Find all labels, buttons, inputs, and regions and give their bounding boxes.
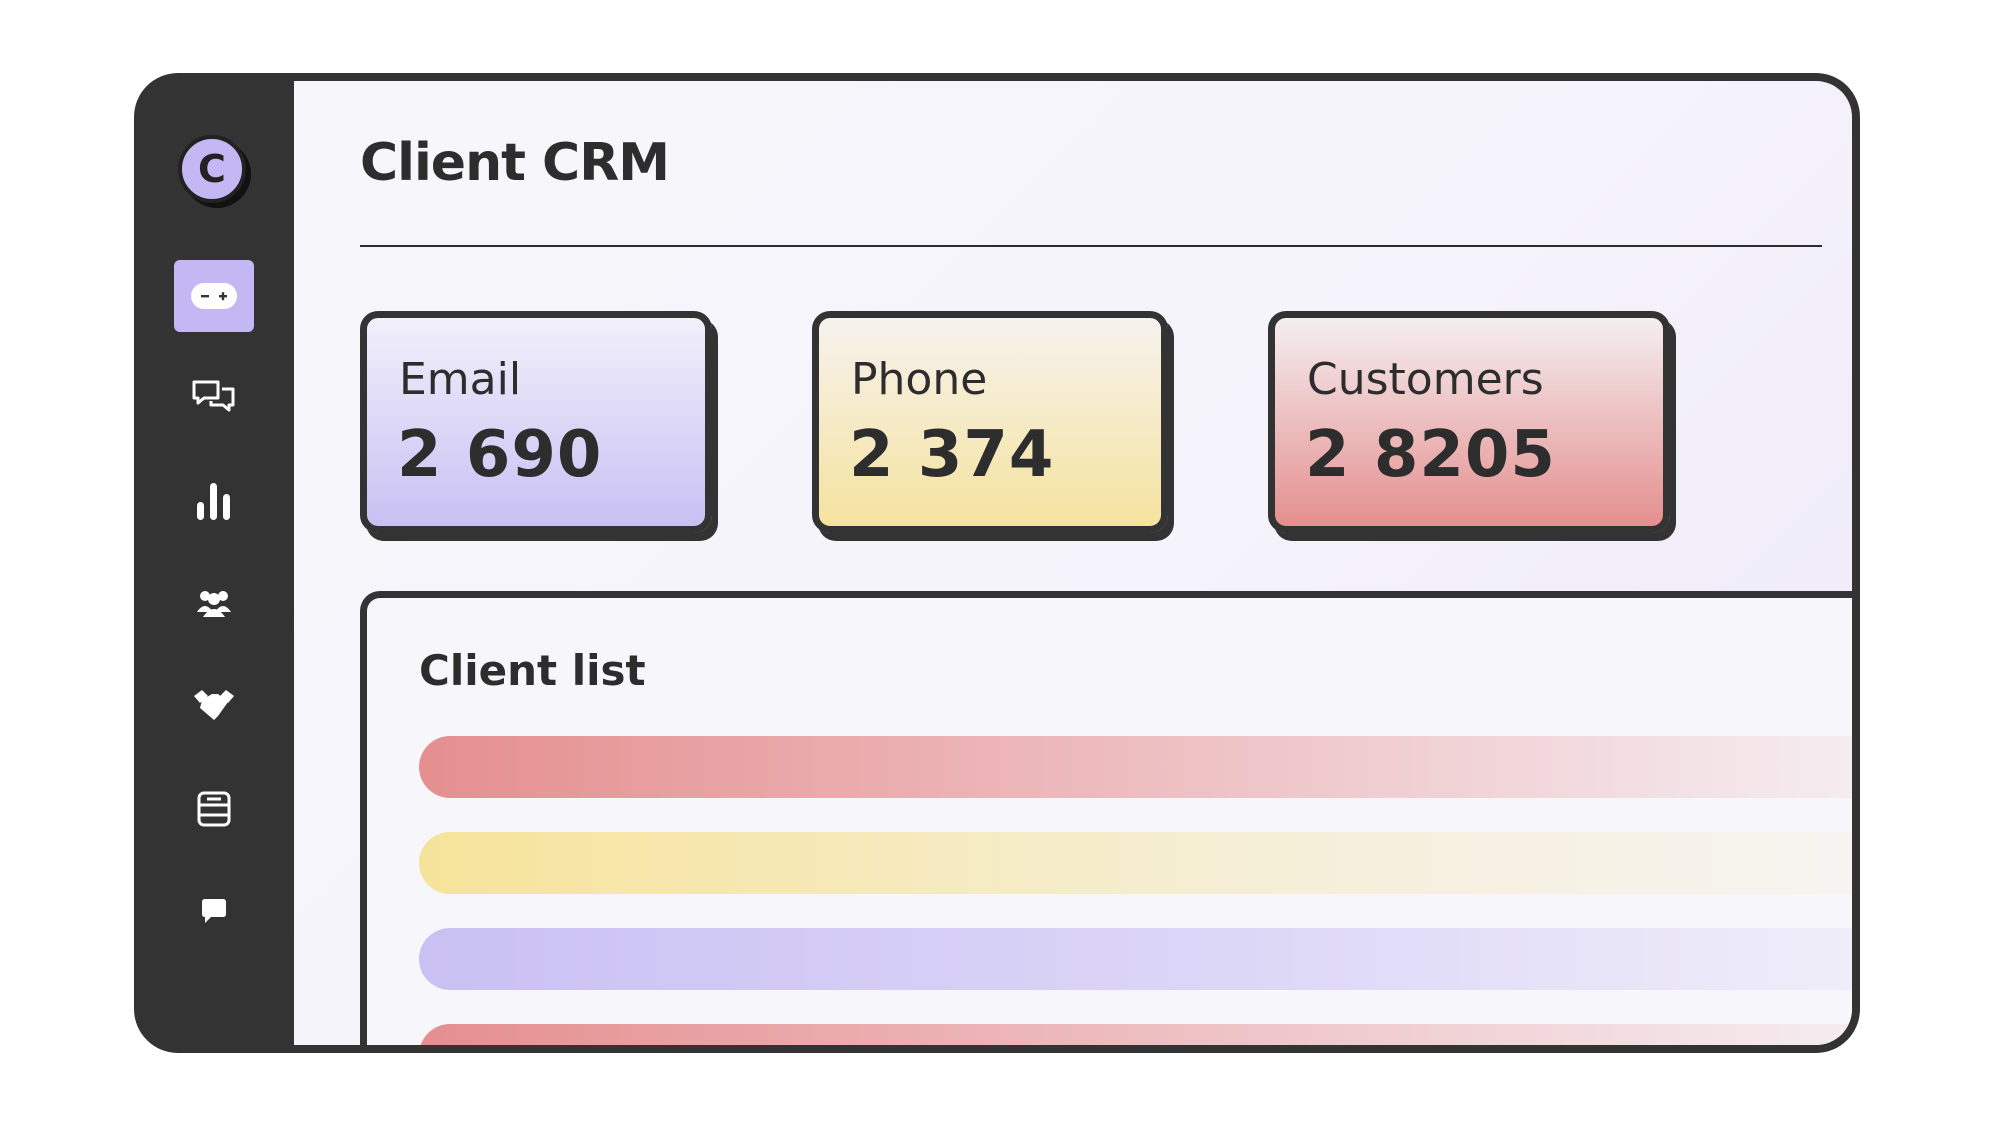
logo[interactable]: C xyxy=(178,135,246,203)
chat-icon xyxy=(202,899,226,923)
stat-label: Email xyxy=(399,354,522,405)
stat-card-email[interactable]: Email 2 690 xyxy=(360,311,712,533)
stat-card-customers[interactable]: Customers 2 8205 xyxy=(1268,311,1670,533)
client-list-panel: Client list xyxy=(360,591,1852,1045)
main-content: Client CRM Email 2 690 Phone 2 374 Custo… xyxy=(294,81,1852,1045)
client-row[interactable] xyxy=(419,928,1852,990)
client-list-title: Client list xyxy=(419,646,646,695)
logo-letter: C xyxy=(198,147,226,191)
notebook-icon xyxy=(197,791,231,827)
sidebar-item-messages[interactable] xyxy=(174,360,254,432)
stat-value: 2 374 xyxy=(849,418,1055,492)
client-row[interactable] xyxy=(419,1024,1852,1045)
sidebar: C xyxy=(134,73,294,1053)
stat-value: 2 8205 xyxy=(1305,418,1556,492)
handshake-icon xyxy=(194,690,234,720)
sidebar-item-chat[interactable] xyxy=(174,876,254,948)
toggle-icon xyxy=(191,283,237,309)
client-row[interactable] xyxy=(419,832,1852,894)
stat-label: Phone xyxy=(851,354,988,405)
page-title: Client CRM xyxy=(360,133,670,193)
sidebar-item-deals[interactable] xyxy=(174,669,254,741)
title-divider xyxy=(360,245,1822,247)
sidebar-item-team[interactable] xyxy=(174,567,254,639)
chat-bubbles-icon xyxy=(192,380,235,412)
sidebar-item-toggle[interactable] xyxy=(174,260,254,332)
stat-card-phone[interactable]: Phone 2 374 xyxy=(812,311,1168,533)
app-window: C Client CRM Email 2 690 Phone 2 374 Cus… xyxy=(134,73,1860,1053)
sidebar-item-analytics[interactable] xyxy=(174,465,254,537)
bar-chart-icon xyxy=(197,483,230,520)
users-icon xyxy=(197,591,231,617)
stat-label: Customers xyxy=(1307,354,1544,405)
client-row[interactable] xyxy=(419,736,1852,798)
sidebar-item-notes[interactable] xyxy=(174,773,254,845)
stat-value: 2 690 xyxy=(397,418,603,492)
